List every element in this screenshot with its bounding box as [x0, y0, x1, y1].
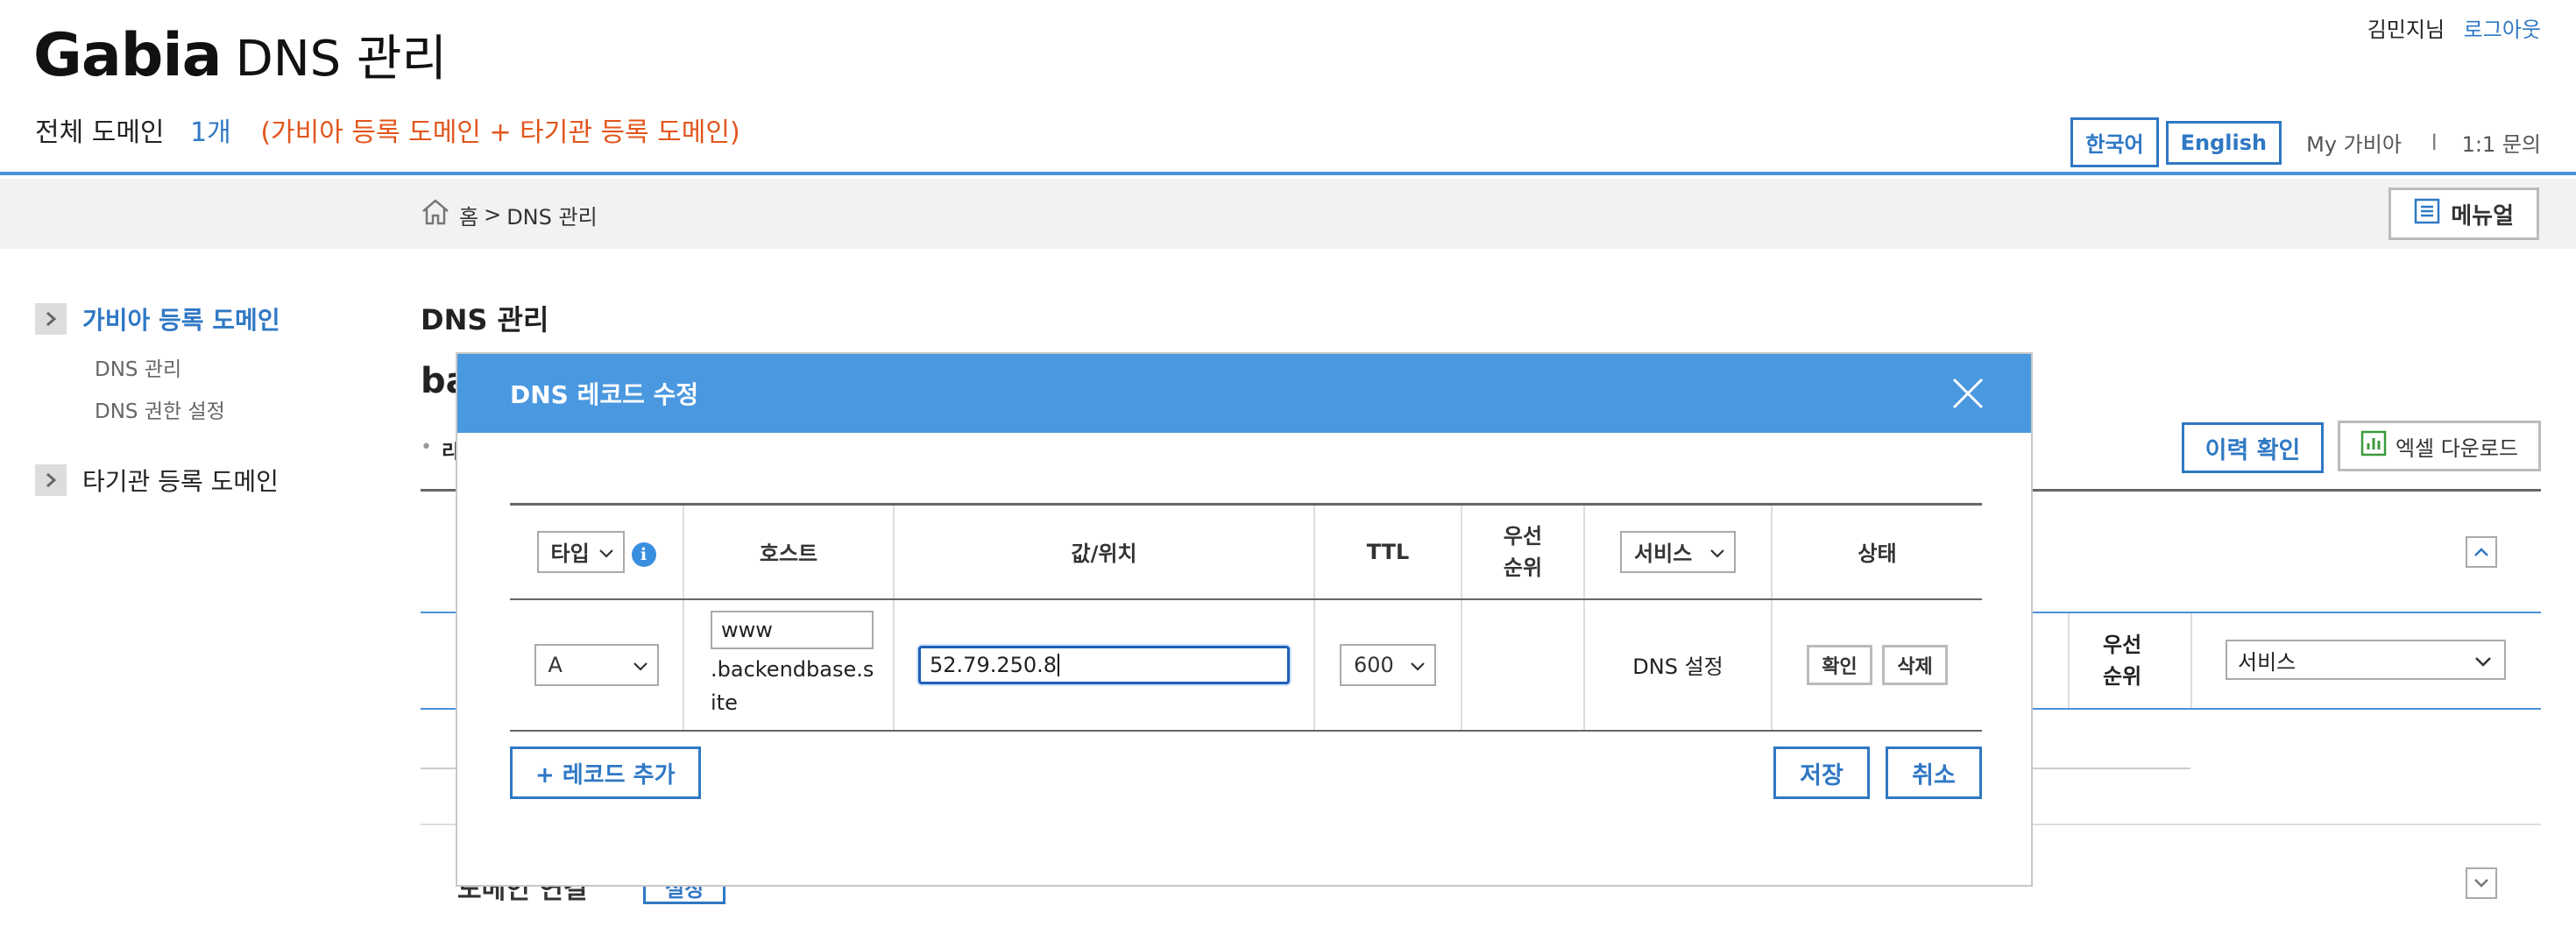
- close-icon[interactable]: [1949, 374, 1987, 413]
- value-header: 값/위치: [893, 503, 1314, 600]
- sidebar-item-dns-permission[interactable]: DNS 권한 설정: [95, 394, 225, 424]
- service-header: 서비스: [1583, 503, 1772, 600]
- history-button[interactable]: 이력 확인: [2182, 422, 2324, 473]
- host-cell: www .backendbase.site: [683, 598, 894, 732]
- chevron-down-icon: [1410, 653, 1426, 677]
- table-header-row: 타입 i 호스트 값/위치 TTL 우선 순위 서비스 상태: [510, 503, 1982, 600]
- host-header: 호스트: [683, 503, 894, 600]
- service-filter-label: 서비스: [1634, 541, 1693, 567]
- chevron-down-icon: [633, 653, 648, 677]
- expand-button[interactable]: [2466, 867, 2497, 899]
- excel-download-button[interactable]: 엑셀 다운로드: [2338, 421, 2541, 471]
- modal-header: DNS 레코드 수정: [457, 354, 2031, 433]
- app-title: DNS 관리: [235, 31, 447, 88]
- user-name: 김민지님: [2367, 18, 2445, 42]
- user-area: 김민지님 로그아웃: [2367, 12, 2541, 43]
- sidebar-group-other[interactable]: 타기관 등록 도메인: [35, 463, 279, 498]
- top-nav: 한국어 English My 가비아 l 1:1 문의: [2063, 117, 2541, 167]
- service-filter-select[interactable]: 서비스: [1620, 530, 1736, 573]
- manual-label: 메뉴얼: [2451, 202, 2514, 230]
- status-cell: 확인 삭제: [1771, 598, 1982, 732]
- ttl-value: 600: [1354, 652, 1394, 677]
- chevron-down-icon: [2474, 647, 2492, 672]
- info-icon[interactable]: i: [631, 542, 656, 568]
- page-title: DNS 관리: [421, 303, 549, 336]
- type-cell: A: [510, 598, 683, 732]
- save-button[interactable]: 저장: [1773, 746, 1870, 799]
- table-row: A www .backendbase.site 52.79.250.8 600 …: [510, 598, 1982, 732]
- dns-record-edit-modal: DNS 레코드 수정 타입 i 호스트 값/위치 TTL 우선 순위 서비스 상…: [456, 352, 2033, 887]
- home-icon[interactable]: [421, 198, 459, 231]
- chevron-right-icon: [35, 464, 67, 496]
- value-text: 52.79.250.8: [930, 652, 1058, 677]
- record-type-select[interactable]: A: [534, 643, 659, 686]
- add-record-button[interactable]: + 레코드 추가: [510, 746, 701, 799]
- type-filter-select[interactable]: 타입: [536, 530, 625, 573]
- chevron-up-icon: [2473, 544, 2489, 561]
- collapse-button[interactable]: [2466, 536, 2497, 568]
- ttl-select[interactable]: 600: [1340, 643, 1436, 686]
- type-filter-label: 타입: [550, 541, 590, 567]
- delete-button[interactable]: 삭제: [1882, 644, 1948, 685]
- priority-cell: [1461, 598, 1584, 732]
- sidebar-group-gabia[interactable]: 가비아 등록 도메인: [35, 301, 280, 336]
- domain-count: 1개: [190, 117, 231, 148]
- host-suffix: .backendbase.site: [711, 656, 874, 715]
- text-cursor: [1058, 653, 1060, 676]
- bg-service-value: 서비스: [2238, 649, 2296, 675]
- inquiry-link[interactable]: 1:1 문의: [2462, 127, 2541, 158]
- bg-priority-header: 우선 순위: [2103, 633, 2142, 689]
- breadcrumb-separator: >: [484, 202, 502, 227]
- chevron-down-icon: [2473, 875, 2489, 892]
- domain-summary: 전체 도메인 1개 (가비아 등록 도메인 + 타기관 등록 도메인): [35, 110, 740, 149]
- header: Gabia DNS 관리 전체 도메인 1개 (가비아 등록 도메인 + 타기관…: [0, 0, 2576, 175]
- my-gabia-link[interactable]: My 가비아: [2306, 127, 2402, 158]
- nav-separator: l: [2431, 130, 2438, 155]
- logout-link[interactable]: 로그아웃: [2464, 18, 2541, 42]
- domain-label: 전체 도메인: [35, 117, 165, 148]
- chevron-down-icon: [598, 540, 614, 564]
- type-header: 타입 i: [510, 503, 683, 600]
- excel-icon: [2360, 430, 2396, 462]
- value-input[interactable]: 52.79.250.8: [918, 645, 1290, 684]
- lang-korean-button[interactable]: 한국어: [2070, 117, 2159, 167]
- sidebar-group-label: 가비아 등록 도메인: [82, 306, 280, 335]
- bullet: •: [421, 436, 432, 458]
- manual-button[interactable]: 메뉴얼: [2388, 188, 2539, 240]
- document-icon: [2414, 198, 2451, 230]
- breadcrumb-home[interactable]: 홈: [459, 200, 478, 230]
- excel-download-label: 엑셀 다운로드: [2395, 435, 2519, 461]
- breadcrumb-bar: 홈 > DNS 관리 메뉴얼: [0, 179, 2576, 249]
- sidebar-group-label: 타기관 등록 도메인: [82, 467, 279, 496]
- ttl-cell: 600: [1313, 598, 1461, 732]
- confirm-button[interactable]: 확인: [1807, 644, 1872, 685]
- record-type-value: A: [548, 652, 563, 677]
- divider: [2190, 613, 2192, 708]
- logo[interactable]: Gabia DNS 관리: [33, 19, 447, 90]
- priority-header: 우선 순위: [1461, 503, 1584, 600]
- brand-name: Gabia: [33, 21, 223, 90]
- chevron-right-icon: [35, 303, 67, 335]
- host-input[interactable]: www: [711, 610, 874, 649]
- record-table: 타입 i 호스트 값/위치 TTL 우선 순위 서비스 상태 A www .ba…: [510, 503, 1982, 732]
- breadcrumb: 홈 > DNS 관리: [421, 198, 598, 231]
- domain-note: (가비아 등록 도메인 + 타기관 등록 도메인): [260, 117, 740, 148]
- service-cell: DNS 설정: [1583, 598, 1772, 732]
- status-header: 상태: [1771, 503, 1982, 600]
- ttl-header: TTL: [1313, 503, 1461, 600]
- cancel-button[interactable]: 취소: [1886, 746, 1982, 799]
- value-cell: 52.79.250.8: [893, 598, 1314, 732]
- bg-service-select[interactable]: 서비스: [2226, 640, 2506, 680]
- lang-english-button[interactable]: English: [2165, 120, 2282, 165]
- divider: [2068, 613, 2070, 708]
- chevron-down-icon: [1709, 540, 1725, 564]
- sidebar-item-dns-manage[interactable]: DNS 관리: [95, 352, 181, 382]
- modal-title: DNS 레코드 수정: [510, 380, 699, 409]
- breadcrumb-current: DNS 관리: [506, 204, 598, 230]
